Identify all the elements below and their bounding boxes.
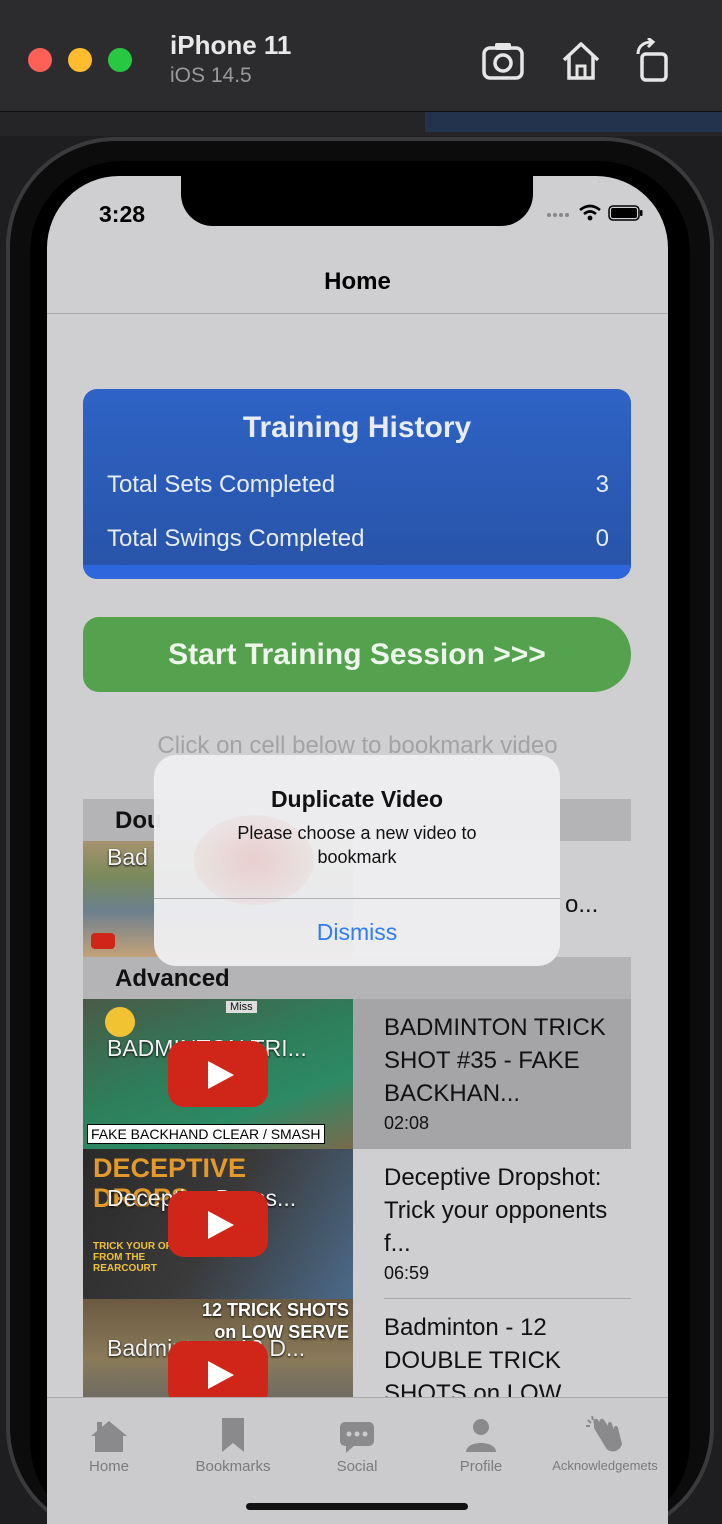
status-time: 3:28 [99, 201, 146, 227]
tab-bookmarks[interactable]: Bookmarks [171, 1410, 295, 1475]
duplicate-video-alert: Duplicate Video Please choose a new vide… [154, 755, 560, 966]
alert-title: Duplicate Video [270, 786, 444, 812]
camera-icon [482, 43, 524, 80]
home-button[interactable] [558, 38, 604, 84]
tab-label: Profile [459, 1458, 503, 1475]
video-title: BADMINTON TRICK SHOT #35 - FAKE BACKHAN.… [384, 1014, 606, 1107]
wifi-icon [579, 204, 601, 221]
simulator-toolbar: iPhone 11 iOS 14.5 [0, 0, 722, 112]
tab-label: Bookmarks [195, 1458, 271, 1475]
minimize-window-button[interactable] [68, 48, 92, 72]
simulator-device-name: iPhone 11 [170, 30, 292, 60]
rotate-icon [636, 36, 668, 82]
home-icon [562, 42, 600, 80]
video-row[interactable]: Miss BADMINTON TRI... FAKE BACKHAND CLEA… [83, 999, 631, 1149]
tab-profile[interactable]: Profile [419, 1410, 543, 1475]
tab-social[interactable]: Social [295, 1410, 419, 1475]
person-icon [466, 1419, 496, 1452]
thumbnail-caption: FAKE BACKHAND CLEAR / SMASH [87, 1124, 325, 1144]
youtube-play-icon [168, 1041, 268, 1107]
start-training-button[interactable]: Start Training Session >>> [83, 617, 631, 692]
rotate-button[interactable] [630, 36, 676, 84]
section-header-label: Advanced [115, 965, 230, 992]
navigation-bar: Home [47, 246, 668, 314]
dismiss-button[interactable]: Dismiss [154, 898, 560, 966]
battery-icon [608, 205, 643, 221]
video-thumbnail: Miss BADMINTON TRI... FAKE BACKHAND CLEA… [83, 999, 353, 1149]
video-title: o... [565, 891, 599, 918]
tab-label: Acknowledgemets [552, 1458, 658, 1473]
tab-home[interactable]: Home [47, 1410, 171, 1475]
total-swings-value: 0 [595, 525, 609, 552]
alert-message: Please choose a new video to bookmark [237, 823, 477, 867]
page-title: Home [324, 268, 391, 295]
tab-label: Home [88, 1458, 129, 1475]
chat-bubble-icon [340, 1422, 374, 1453]
screenshot-button[interactable] [480, 38, 526, 84]
total-swings-label: Total Swings Completed [107, 525, 365, 552]
status-icons [546, 204, 644, 222]
youtube-play-icon [168, 1191, 268, 1257]
total-sets-value: 3 [595, 471, 609, 498]
surprised-emoji-icon [105, 1007, 135, 1037]
video-row[interactable]: DECEPTIVE DROPS TRICK YOUR OPP FROM THE … [83, 1149, 631, 1299]
close-window-button[interactable] [28, 48, 52, 72]
zoom-window-button[interactable] [108, 48, 132, 72]
thumbnail-overlay-text: Miss [226, 1001, 257, 1013]
video-title: Badminton - 12 DOUBLE TRICK SHOTS on LOW [384, 1314, 562, 1397]
training-history-title: Training History [242, 411, 472, 444]
video-thumbnail: DECEPTIVE DROPS TRICK YOUR OPP FROM THE … [83, 1149, 353, 1299]
video-duration: 06:59 [384, 1263, 430, 1283]
app-screen: 3:28 Home Training History Total Sets Co… [47, 176, 668, 1524]
notch [181, 176, 533, 226]
home-indicator[interactable] [246, 1503, 468, 1510]
tab-label: Social [336, 1458, 378, 1475]
bookmark-icon [222, 1418, 244, 1452]
video-duration: 02:08 [384, 1113, 430, 1133]
video-title: Deceptive Dropshot: Trick your opponents… [384, 1164, 608, 1257]
simulator-os-version: iOS 14.5 [170, 64, 252, 87]
cellular-signal-icon [547, 213, 569, 217]
youtube-logo-icon [91, 933, 115, 949]
background-editor-strip [0, 112, 722, 136]
clapping-hands-icon [586, 1415, 622, 1452]
thumbnail-title: Bad [107, 844, 148, 870]
simulator-window: iPhone 11 iOS 14.5 3:28 Home Training Hi… [0, 0, 722, 1524]
tab-acknowledgements[interactable]: Acknowledgemets [543, 1410, 667, 1473]
training-history-card: Training History Total Sets Completed 3 … [83, 389, 631, 579]
house-icon [91, 1421, 127, 1452]
total-sets-label: Total Sets Completed [107, 471, 336, 498]
